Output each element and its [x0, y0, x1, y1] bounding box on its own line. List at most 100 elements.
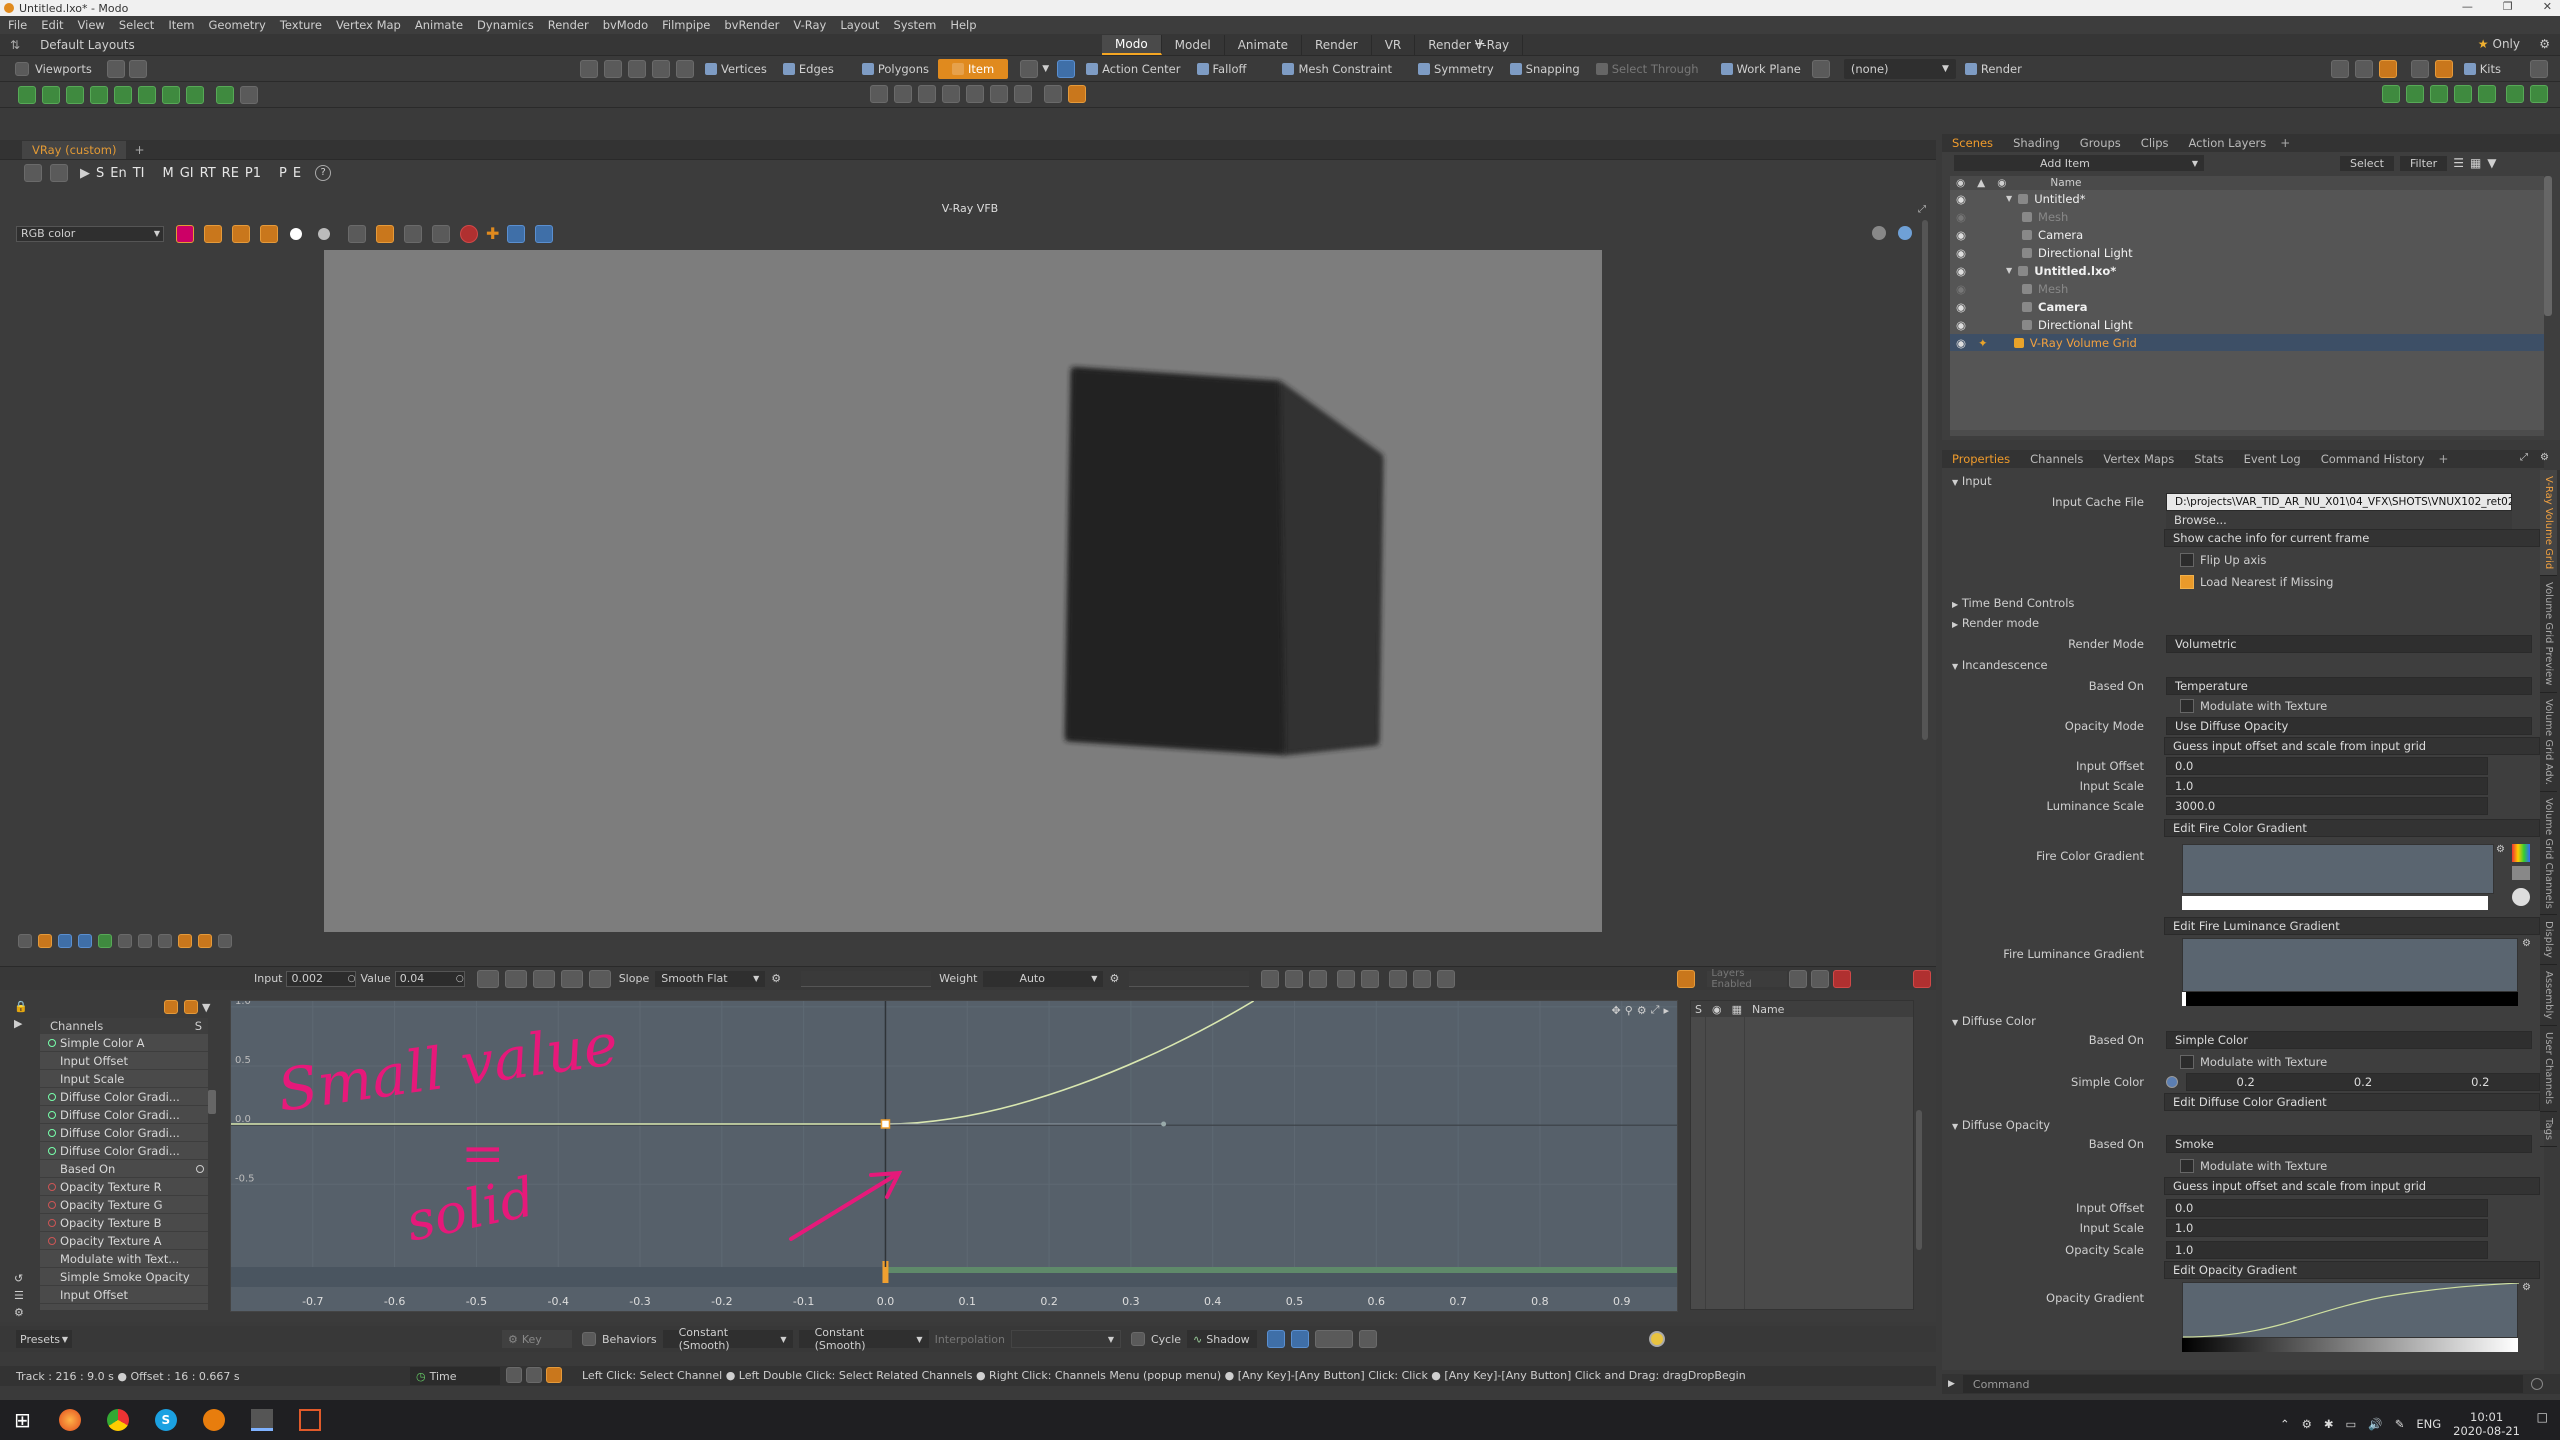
- curve-tool-3-icon[interactable]: [1315, 1330, 1354, 1348]
- weight-extra-dropdown[interactable]: [1129, 970, 1250, 987]
- close-icon[interactable]: ▸: [1663, 1004, 1669, 1017]
- rotate-tool-icon[interactable]: [42, 85, 60, 104]
- properties-tab-vertex-maps[interactable]: Vertex Maps: [2093, 450, 2184, 468]
- snap-tool-icon[interactable]: [138, 85, 156, 104]
- menu-system[interactable]: System: [893, 18, 936, 32]
- scenes-scrollbar[interactable]: [2544, 176, 2552, 316]
- status-icon-11[interactable]: [218, 934, 232, 948]
- visibility-eye-icon[interactable]: ◉: [1956, 264, 1966, 278]
- channel-select[interactable]: RGB color ▼: [16, 225, 164, 242]
- tray-app-icon[interactable]: ⚙: [2302, 1417, 2312, 1431]
- layout-tab-vr[interactable]: VR: [1372, 35, 1416, 55]
- visibility-eye-icon[interactable]: ◉: [1956, 300, 1966, 314]
- chrome-icon[interactable]: [106, 1409, 129, 1431]
- side-tab-display[interactable]: Display: [2540, 915, 2557, 966]
- add-scene-tab-button[interactable]: +: [2280, 136, 2290, 150]
- channel-row[interactable]: Opacity Texture G: [40, 1196, 208, 1214]
- curve-tool-4-icon[interactable]: [1359, 1330, 1378, 1348]
- only-toggle[interactable]: ★ Only: [2478, 37, 2520, 51]
- properties-tab-properties[interactable]: Properties: [1942, 450, 2020, 468]
- kits-button[interactable]: Kits: [2457, 59, 2508, 79]
- layout-tab-model[interactable]: Model: [1162, 35, 1225, 55]
- align-tool-icon[interactable]: [186, 85, 204, 104]
- orange-view-icon[interactable]: [1068, 85, 1086, 103]
- menu-layout[interactable]: Layout: [840, 18, 879, 32]
- scenes-tab-action-layers[interactable]: Action Layers: [2179, 134, 2277, 152]
- tray-volume-icon[interactable]: 🔊: [2368, 1417, 2382, 1431]
- eye-icon[interactable]: ◉: [1712, 1003, 1722, 1016]
- menu-help[interactable]: Help: [950, 18, 976, 32]
- scenes-hscrollbar[interactable]: [1950, 430, 2544, 436]
- move-tool-icon[interactable]: [18, 85, 36, 104]
- list-view-icon[interactable]: [2330, 60, 2349, 78]
- side-tab-volume-grid-adv-[interactable]: Volume Grid Adv.: [2540, 693, 2557, 792]
- layout-menu-icon[interactable]: ⇅: [10, 38, 20, 52]
- channel-filter-toggle-icon[interactable]: [184, 1000, 198, 1014]
- scenes-tab-scenes[interactable]: Scenes: [1942, 134, 2003, 152]
- channel-row[interactable]: Modulate with Text...: [40, 1250, 208, 1268]
- tree-expander-icon[interactable]: ▼: [2006, 266, 2012, 275]
- scene-item-row[interactable]: ◉ Directional Light: [1950, 244, 2544, 262]
- add-green-icon[interactable]: [2506, 85, 2524, 103]
- item-mode-button[interactable]: Item: [938, 59, 1009, 79]
- material-icon[interactable]: [2478, 85, 2496, 103]
- curve-tool-2-icon[interactable]: [1291, 1330, 1310, 1348]
- menu-animate[interactable]: Animate: [415, 18, 463, 32]
- tray-lang[interactable]: ENG: [2416, 1417, 2441, 1431]
- layer-dup-icon[interactable]: [1811, 969, 1830, 988]
- undo-icon[interactable]: ↺: [14, 1272, 24, 1285]
- visibility-eye-icon[interactable]: ◉: [1956, 246, 1966, 260]
- menu-texture[interactable]: Texture: [280, 18, 322, 32]
- camera-view-icon[interactable]: [990, 85, 1008, 103]
- visibility-eye-icon[interactable]: ◉: [1956, 210, 1966, 224]
- restore-button[interactable]: ❐: [2503, 0, 2513, 13]
- tree-expander-icon[interactable]: ▼: [2006, 194, 2012, 203]
- scenes-tab-shading[interactable]: Shading: [2003, 134, 2070, 152]
- red-channel-icon[interactable]: [204, 224, 222, 243]
- lock-toggle-icon[interactable]: ✦: [1978, 336, 1988, 350]
- vfb-button-e[interactable]: E: [293, 166, 301, 181]
- side-tab-volume-grid-channels[interactable]: Volume Grid Channels: [2540, 792, 2557, 916]
- lock-icon[interactable]: ▦: [1732, 1003, 1742, 1016]
- channel-row[interactable]: Simple Smoke Opacity: [40, 1268, 208, 1286]
- channel-row[interactable]: Opacity Texture R: [40, 1178, 208, 1196]
- status-icon-2[interactable]: [38, 934, 52, 948]
- tray-network-icon[interactable]: ▭: [2346, 1417, 2357, 1431]
- clipboard-icon[interactable]: [404, 224, 422, 243]
- channel-row[interactable]: Opacity Texture B: [40, 1214, 208, 1232]
- settings-icon[interactable]: ⚙: [14, 1306, 24, 1319]
- value-field[interactable]: 0.04 ○: [394, 970, 465, 987]
- vfb-button-p1[interactable]: P1: [245, 166, 261, 181]
- scene-item-row[interactable]: ◉ ▼ Untitled*: [1950, 190, 2544, 208]
- channel-row[interactable]: Input Scale: [40, 1070, 208, 1088]
- status-view-icon-1[interactable]: [506, 1367, 522, 1383]
- cube-view-icon[interactable]: [870, 85, 888, 103]
- status-view-icon-3[interactable]: [546, 1367, 562, 1383]
- list-icon[interactable]: ☰: [14, 1289, 24, 1302]
- command-clear-icon[interactable]: [2530, 1378, 2543, 1390]
- edges-mode-button[interactable]: Edges: [776, 59, 841, 79]
- layout-tab-animate[interactable]: Animate: [1225, 35, 1302, 55]
- slope-extra-dropdown[interactable]: [801, 970, 932, 987]
- color-wheel-icon[interactable]: [176, 224, 194, 243]
- scenes-filter-icon[interactable]: ▼: [2487, 156, 2496, 170]
- mirror-tool-icon[interactable]: [162, 85, 180, 104]
- fit-all-icon[interactable]: [1437, 969, 1456, 988]
- menu-file[interactable]: File: [8, 18, 27, 32]
- frame-view-icon[interactable]: [1014, 85, 1032, 103]
- channel-row[interactable]: Diffuse Color Gradi...: [40, 1124, 208, 1142]
- slope-flat-icon[interactable]: [532, 969, 555, 988]
- cycle-icon[interactable]: [1130, 1332, 1145, 1346]
- slope-step-icon[interactable]: [560, 969, 583, 988]
- slope-smooth-icon[interactable]: [588, 969, 611, 988]
- panel-toggle-icon[interactable]: [2530, 60, 2548, 78]
- status-icon-6[interactable]: [118, 934, 132, 948]
- scenes-tab-groups[interactable]: Groups: [2070, 134, 2131, 152]
- vfb-button-ti[interactable]: TI: [133, 166, 145, 181]
- white-circle-icon[interactable]: [290, 227, 302, 240]
- layout-split-icon[interactable]: [128, 59, 147, 78]
- scene-item-row[interactable]: ◉ ▼ Untitled.lxo*: [1950, 262, 2544, 280]
- lasso-tool-icon[interactable]: [604, 60, 622, 78]
- add-item-button[interactable]: Add Item ▼: [1954, 155, 2204, 171]
- fit-h-icon[interactable]: [1389, 969, 1408, 988]
